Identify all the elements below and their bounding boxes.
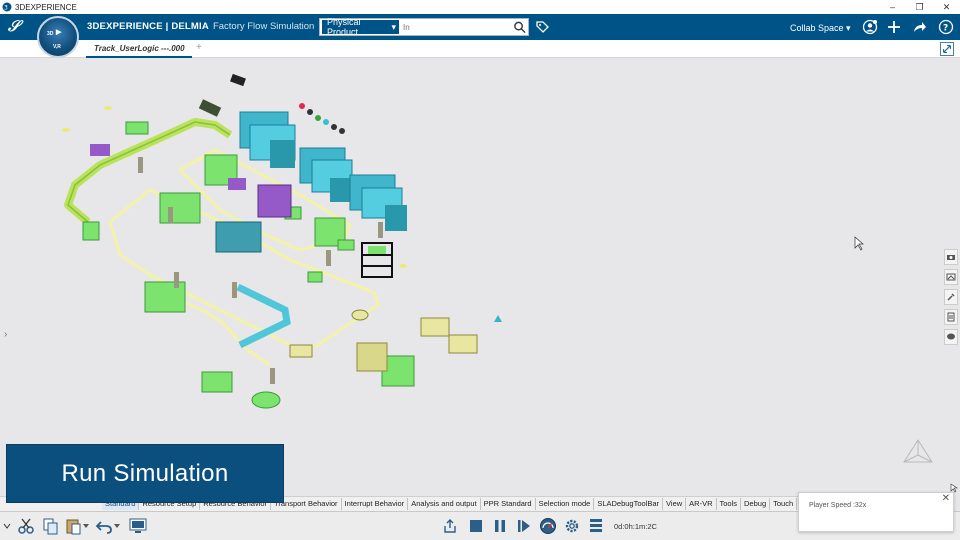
player-speed-popup: Player Speed :32x ✕ <box>798 492 954 532</box>
right-toolbar <box>944 249 958 349</box>
close-window-button[interactable]: ✕ <box>933 0 960 14</box>
platform-name: 3DEXPERIENCE | DELMIA <box>87 21 209 32</box>
purple-box-2 <box>90 144 110 156</box>
compass-vr-label: V,R <box>53 44 61 50</box>
app-window: 3 3DEXPERIENCE – ❐ ✕ 𝒮 3DEXPERIENCE | DE… <box>0 0 960 540</box>
compass-3d-label: 3D <box>47 31 54 37</box>
simulation-timer: 0d:0h:1m:2C <box>614 522 657 531</box>
cnc-machine-group-2 <box>299 147 353 202</box>
station-green-9 <box>125 121 149 135</box>
undo-icon[interactable] <box>94 516 114 536</box>
ds-logo-icon: 𝒮 <box>8 18 20 35</box>
factory-scene <box>62 73 933 463</box>
stop-icon[interactable] <box>466 516 486 536</box>
paste-menu-chevron-icon[interactable] <box>82 516 90 536</box>
camera-icon[interactable] <box>944 249 958 265</box>
step-forward-icon[interactable] <box>514 516 534 536</box>
notes-icon[interactable] <box>944 309 958 325</box>
document-tab-row: Track_UserLogic ---.000 + <box>0 40 960 58</box>
teal-block <box>215 221 262 253</box>
search-icon[interactable] <box>513 20 526 34</box>
chevron-down-icon: ▾ <box>391 21 397 32</box>
run-simulation-banner: Run Simulation <box>6 444 284 503</box>
close-popup-button[interactable]: ✕ <box>942 493 950 504</box>
pallet-2 <box>420 317 450 337</box>
action-tab[interactable]: Analysis and output <box>408 498 481 510</box>
search-input[interactable] <box>399 20 514 34</box>
collab-space-dropdown[interactable]: Collab Space ▾ <box>790 23 851 34</box>
action-tab[interactable]: SLADebugToolBar <box>594 498 664 510</box>
settings-gear-icon[interactable] <box>562 516 582 536</box>
action-tab[interactable]: Debug <box>741 498 771 510</box>
paste-icon[interactable] <box>63 516 83 536</box>
minimize-button[interactable]: – <box>879 0 906 14</box>
add-icon[interactable] <box>886 19 902 35</box>
render-style-icon[interactable] <box>944 269 958 285</box>
tools-icon[interactable] <box>944 289 958 305</box>
action-tab[interactable]: Touch <box>770 498 798 510</box>
brand-title: 3DEXPERIENCE | DELMIA Factory Flow Simula… <box>87 21 314 32</box>
window-title: 3DEXPERIENCE <box>15 2 77 12</box>
play-icon: ▶ <box>56 29 62 36</box>
station-green-8 <box>82 221 100 241</box>
tag-icon[interactable] <box>535 20 549 34</box>
action-tab[interactable]: Interrupt Behavior <box>342 498 409 510</box>
undo-menu-chevron-icon[interactable] <box>113 516 121 536</box>
svg-text:3: 3 <box>4 5 8 12</box>
tab-track-userlogic[interactable]: Track_UserLogic ---.000 <box>86 42 192 58</box>
speed-gauge-icon[interactable] <box>538 516 558 536</box>
user-profile-icon[interactable] <box>862 19 878 35</box>
black-rack <box>361 242 393 278</box>
export-monitor-icon[interactable] <box>128 516 148 536</box>
expand-left-panel-icon[interactable]: › <box>4 329 7 340</box>
compass-widget[interactable]: 3D ▶ V,R <box>37 16 79 58</box>
copy-icon[interactable] <box>40 516 60 536</box>
station-green-2 <box>159 192 201 224</box>
action-tab[interactable]: Selection mode <box>536 498 595 510</box>
station-green-6 <box>201 371 233 393</box>
search-bar: Physical Product ▾ <box>319 17 529 37</box>
app-header: 𝒮 3DEXPERIENCE | DELMIA Factory Flow Simu… <box>0 14 960 40</box>
cyan-conveyor <box>236 283 291 349</box>
search-scope-label: Physical Product <box>327 17 361 37</box>
app-logo-icon: 3 <box>2 2 12 12</box>
player-speed-label: Player Speed :32x <box>809 502 867 509</box>
share-icon[interactable] <box>912 19 928 35</box>
fullscreen-icon[interactable] <box>940 42 954 56</box>
help-icon[interactable]: ? <box>938 19 954 35</box>
app-name: Factory Flow Simulation <box>212 21 315 32</box>
conveyor-path-outer <box>108 188 380 352</box>
action-tab[interactable]: PPR Standard <box>481 498 536 510</box>
cut-icon[interactable] <box>16 516 36 536</box>
cnc-machine-group-1 <box>239 111 296 168</box>
search-scope-dropdown[interactable]: Physical Product ▾ <box>322 17 400 37</box>
add-tab-button[interactable]: + <box>196 42 202 53</box>
station-green-7 <box>251 391 281 409</box>
window-title-bar: 3 3DEXPERIENCE – ❐ ✕ <box>0 0 960 14</box>
toolbar-expand-icon[interactable] <box>2 516 12 536</box>
action-tab[interactable]: Tools <box>717 498 742 510</box>
mouse-cursor <box>854 236 864 251</box>
pause-icon[interactable] <box>490 516 510 536</box>
3d-viewport[interactable]: › <box>0 59 960 496</box>
pallet-3 <box>448 334 478 354</box>
action-tab[interactable]: View <box>663 498 687 510</box>
collab-space-label: Collab Space <box>790 23 844 33</box>
action-tab[interactable]: AR-VR <box>686 498 717 510</box>
simulation-list-icon[interactable] <box>586 516 606 536</box>
share-export-icon[interactable] <box>440 516 460 536</box>
comment-icon[interactable] <box>944 329 958 345</box>
purple-box-1 <box>257 184 292 218</box>
maximize-button[interactable]: ❐ <box>906 0 933 14</box>
svg-text:?: ? <box>943 24 948 34</box>
pallet-1 <box>356 342 388 372</box>
view-triad <box>903 439 933 463</box>
